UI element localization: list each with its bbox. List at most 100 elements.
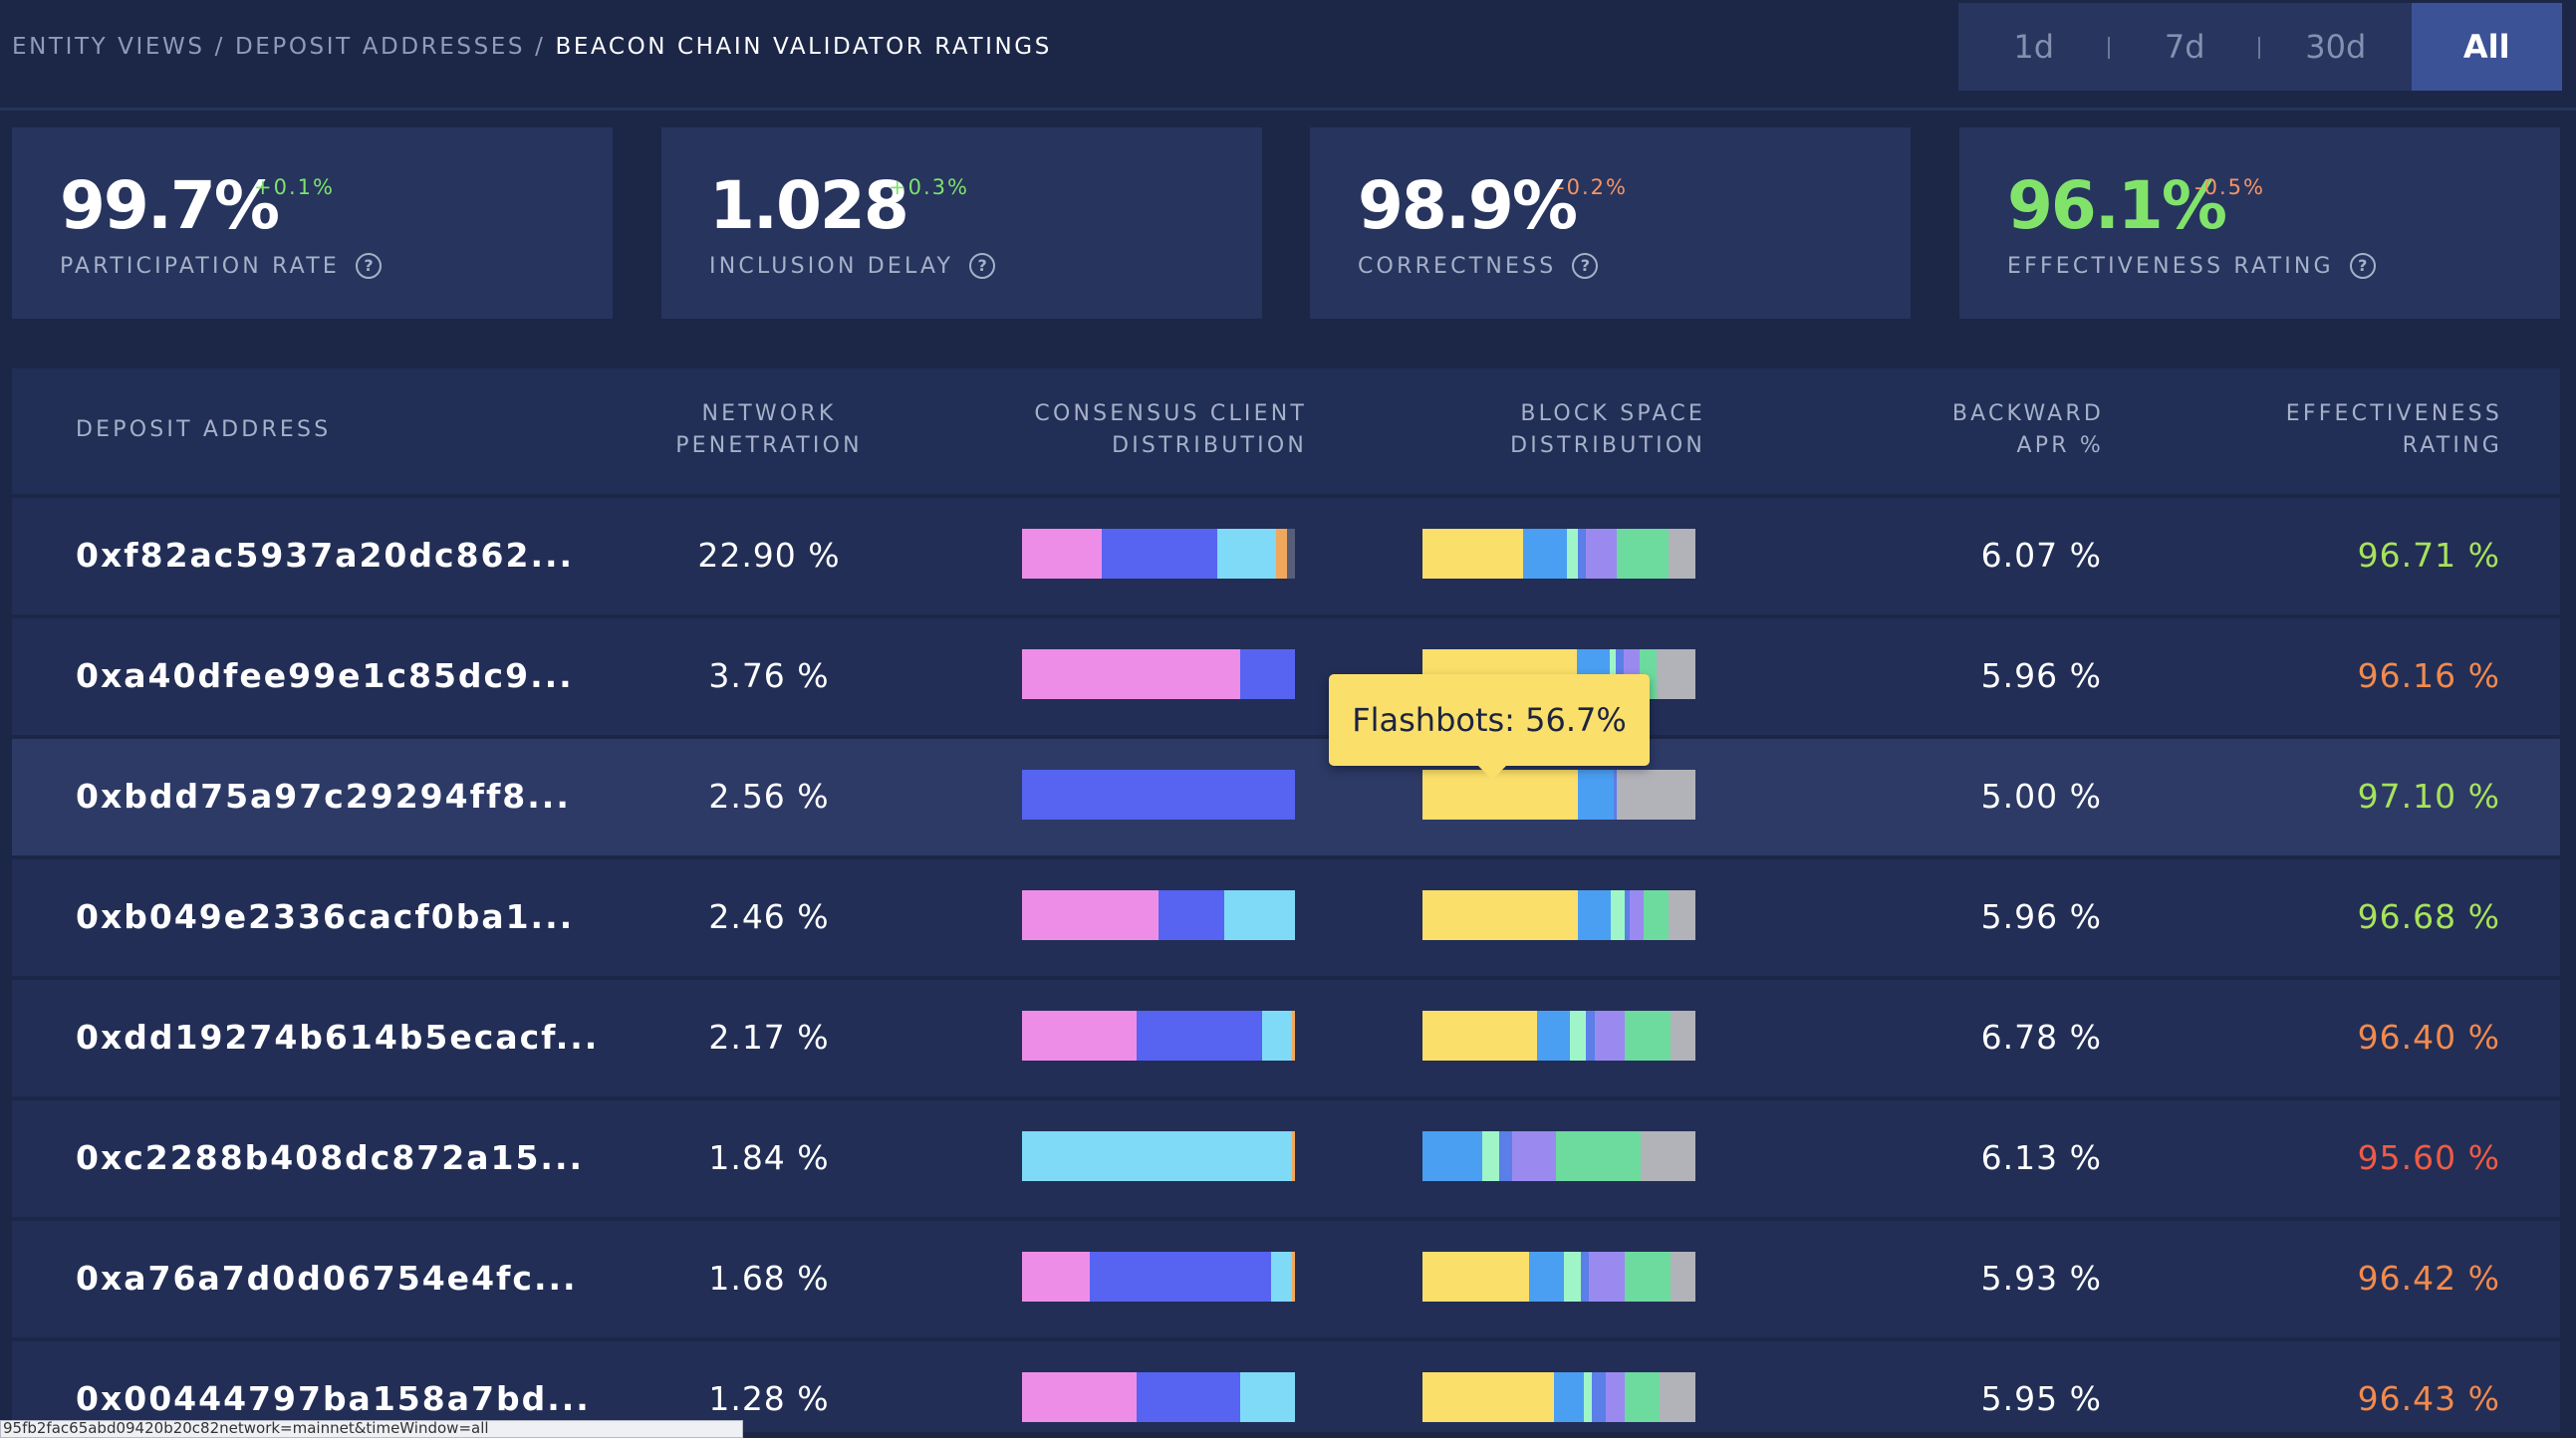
block-space-bar-segment[interactable] (1422, 890, 1579, 940)
consensus-client-bar-segment[interactable] (1089, 1252, 1271, 1302)
block-space-bar-segment[interactable] (1624, 1372, 1661, 1422)
consensus-client-bar-segment[interactable] (1159, 890, 1224, 940)
block-space-bar-segment[interactable] (1556, 1131, 1642, 1181)
consensus-client-bar-segment[interactable] (1137, 1372, 1241, 1422)
consensus-client-bar[interactable] (1022, 649, 1295, 699)
consensus-client-bar-segment[interactable] (1286, 529, 1295, 579)
time-filter-7d[interactable]: 7d (2110, 3, 2261, 91)
deposit-address-link[interactable]: 0xa40dfee99e1c85dc9... (76, 656, 574, 695)
breadcrumb-deposit-addresses[interactable]: DEPOSIT ADDRESSES (235, 34, 525, 60)
deposit-address-link[interactable]: 0x00444797ba158a7bd... (76, 1379, 591, 1418)
consensus-client-bar-segment[interactable] (1275, 529, 1287, 579)
table-row[interactable]: 0xf82ac5937a20dc862... 22.90 % 6.07 % 96.71… (12, 494, 2560, 614)
block-space-bar-segment[interactable] (1528, 1252, 1565, 1302)
consensus-client-bar-segment[interactable] (1022, 1011, 1138, 1061)
consensus-client-bar-segment[interactable] (1270, 1252, 1293, 1302)
block-space-bar-segment[interactable] (1616, 529, 1669, 579)
block-space-bar[interactable] (1422, 1252, 1695, 1302)
block-space-bar-segment[interactable] (1671, 1252, 1695, 1302)
block-space-bar-segment[interactable] (1624, 1252, 1672, 1302)
block-space-bar-segment[interactable] (1591, 1372, 1606, 1422)
block-space-bar-segment[interactable] (1589, 1252, 1625, 1302)
block-space-bar-segment[interactable] (1422, 1372, 1554, 1422)
block-space-bar-segment[interactable] (1578, 890, 1612, 940)
block-space-bar-segment[interactable] (1564, 1252, 1581, 1302)
column-header-block-space[interactable]: BLOCK SPACE DISTRIBUTION (1307, 398, 1705, 462)
consensus-client-bar-segment[interactable] (1137, 1011, 1263, 1061)
consensus-client-bar-segment[interactable] (1262, 1011, 1293, 1061)
consensus-client-bar-segment[interactable] (1022, 1131, 1293, 1181)
consensus-client-bar[interactable] (1022, 529, 1295, 579)
deposit-address-link[interactable]: 0xbdd75a97c29294ff8... (76, 777, 571, 816)
time-filter-all[interactable]: All (2411, 3, 2562, 91)
consensus-client-bar-segment[interactable] (1223, 890, 1295, 940)
block-space-bar-segment[interactable] (1569, 1011, 1587, 1061)
time-filter-1d[interactable]: 1d (1958, 3, 2110, 91)
block-space-bar-segment[interactable] (1586, 529, 1617, 579)
block-space-bar-segment[interactable] (1422, 1252, 1529, 1302)
block-space-bar-segment[interactable] (1611, 890, 1625, 940)
consensus-client-bar-segment[interactable] (1102, 529, 1218, 579)
consensus-client-bar-segment[interactable] (1022, 1252, 1090, 1302)
block-space-bar-segment[interactable] (1605, 1372, 1625, 1422)
block-space-bar[interactable] (1422, 770, 1695, 820)
block-space-bar[interactable] (1422, 1011, 1695, 1061)
block-space-bar-segment[interactable] (1567, 529, 1579, 579)
table-row[interactable]: 0xa76a7d0d06754e4fc... 1.68 % 5.93 % 96.42 … (12, 1217, 2560, 1337)
block-space-bar[interactable] (1422, 890, 1695, 940)
consensus-client-bar-segment[interactable] (1022, 529, 1103, 579)
consensus-client-bar[interactable] (1022, 1252, 1295, 1302)
consensus-client-bar-segment[interactable] (1217, 529, 1276, 579)
block-space-bar-segment[interactable] (1624, 1011, 1672, 1061)
consensus-client-bar-segment[interactable] (1292, 1011, 1295, 1061)
deposit-address-link[interactable]: 0xdd19274b614b5ecacf... (76, 1018, 599, 1057)
block-space-bar-segment[interactable] (1523, 529, 1568, 579)
consensus-client-bar-segment[interactable] (1292, 1131, 1295, 1181)
consensus-client-bar[interactable] (1022, 1372, 1295, 1422)
deposit-address-link[interactable]: 0xc2288b408dc872a15... (76, 1138, 584, 1177)
consensus-client-bar-segment[interactable] (1240, 1372, 1295, 1422)
column-header-backward-apr[interactable]: BACKWARD APR % (1705, 398, 2104, 462)
block-space-bar-segment[interactable] (1671, 1011, 1695, 1061)
consensus-client-bar-segment[interactable] (1292, 1252, 1295, 1302)
block-space-bar-segment[interactable] (1616, 770, 1695, 820)
block-space-bar-segment[interactable] (1586, 1011, 1595, 1061)
block-space-bar-segment[interactable] (1537, 1011, 1570, 1061)
question-circle-icon[interactable]: ? (1572, 253, 1599, 279)
table-row[interactable]: 0xbdd75a97c29294ff8... 2.56 % 5.00 % 97.10 … (12, 735, 2560, 855)
column-header-deposit-address[interactable]: DEPOSIT ADDRESS (76, 414, 331, 446)
block-space-bar-segment[interactable] (1482, 1131, 1499, 1181)
consensus-client-bar[interactable] (1022, 1011, 1295, 1061)
column-header-consensus-client[interactable]: CONSENSUS CLIENT DISTRIBUTION (908, 398, 1307, 462)
block-space-bar-segment[interactable] (1578, 770, 1614, 820)
consensus-client-bar-segment[interactable] (1240, 649, 1295, 699)
column-header-network-penetration[interactable]: NETWORK PENETRATION (610, 398, 928, 462)
block-space-bar-segment[interactable] (1498, 1131, 1513, 1181)
block-space-bar[interactable] (1422, 1131, 1695, 1181)
block-space-bar-segment[interactable] (1422, 529, 1524, 579)
time-filter-30d[interactable]: 30d (2260, 3, 2412, 91)
block-space-bar-segment[interactable] (1641, 1131, 1695, 1181)
table-row[interactable]: 0xdd19274b614b5ecacf... 2.17 % 6.78 % 96.40… (12, 976, 2560, 1096)
block-space-bar-segment[interactable] (1422, 1011, 1538, 1061)
table-row[interactable]: 0xc2288b408dc872a15... 1.84 % 6.13 % 95.60 … (12, 1096, 2560, 1217)
block-space-bar-segment[interactable] (1583, 1372, 1592, 1422)
consensus-client-bar-segment[interactable] (1022, 649, 1241, 699)
deposit-address-link[interactable]: 0xf82ac5937a20dc862... (76, 536, 574, 575)
block-space-bar-segment[interactable] (1512, 1131, 1557, 1181)
block-space-bar-segment[interactable] (1643, 890, 1669, 940)
deposit-address-link[interactable]: 0xa76a7d0d06754e4fc... (76, 1259, 578, 1298)
block-space-bar[interactable] (1422, 1372, 1695, 1422)
consensus-client-bar[interactable] (1022, 770, 1295, 820)
column-header-effectiveness-rating[interactable]: EFFECTIVENESS RATING (2104, 398, 2502, 462)
block-space-bar-segment[interactable] (1660, 1372, 1695, 1422)
consensus-client-bar-segment[interactable] (1022, 890, 1159, 940)
block-space-bar-segment[interactable] (1668, 890, 1695, 940)
block-space-bar-segment[interactable] (1668, 529, 1695, 579)
question-circle-icon[interactable]: ? (2349, 253, 2376, 279)
question-circle-icon[interactable]: ? (355, 253, 382, 279)
consensus-client-bar[interactable] (1022, 1131, 1295, 1181)
table-row[interactable]: 0xb049e2336cacf0ba1... 2.46 % 5.96 % 96.68 … (12, 855, 2560, 976)
consensus-client-bar[interactable] (1022, 890, 1295, 940)
question-circle-icon[interactable]: ? (969, 253, 996, 279)
